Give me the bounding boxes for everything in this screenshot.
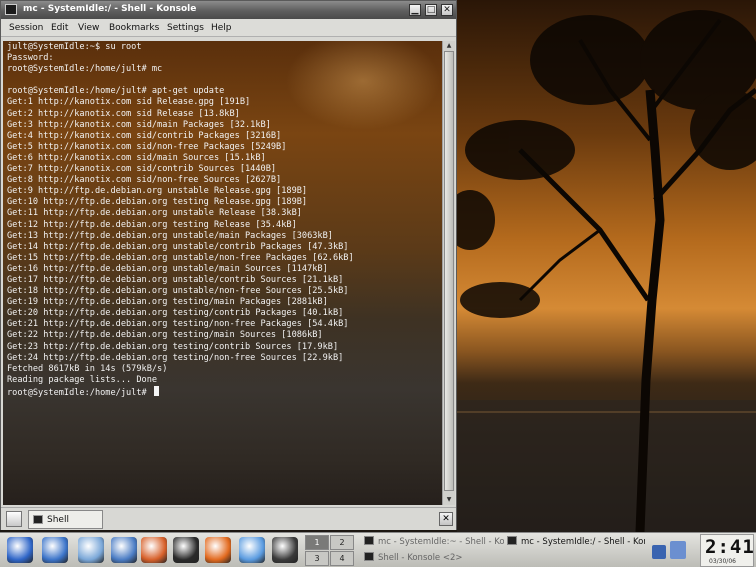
firefox-icon[interactable]	[205, 537, 231, 563]
kmail-icon[interactable]	[111, 537, 137, 563]
pager-desktop-3[interactable]: 3	[305, 551, 329, 566]
menu-session[interactable]: Session	[9, 23, 43, 33]
task-konsole-home[interactable]: mc - SystemIdle:~ - Shell - Konsole	[364, 536, 504, 551]
task-konsole-root[interactable]: mc - SystemIdle:/ - Shell - Konsole	[507, 536, 645, 551]
menubar: Session Edit View Bookmarks Settings Hel…	[1, 19, 456, 37]
konsole-task-icon	[364, 536, 374, 545]
tab-shell[interactable]: Shell	[28, 510, 103, 529]
window-titlebar[interactable]: mc - SystemIdle:/ - Shell - Konsole ▁ □ …	[1, 1, 456, 19]
konsole-icon[interactable]	[173, 537, 199, 563]
task-konsole-2[interactable]: Shell - Konsole <2>	[364, 552, 504, 567]
terminal-line: Get:18 http://ftp.de.debian.org unstable…	[7, 286, 349, 297]
terminal-line: Password:	[7, 53, 54, 64]
desktop-pager: 1 2 3 4	[305, 535, 355, 566]
terminal-line: Get:17 http://ftp.de.debian.org unstable…	[7, 274, 344, 285]
pager-desktop-2[interactable]: 2	[330, 535, 354, 550]
terminal-line: Get:7 http://kanotix.com sid/contrib Sou…	[7, 164, 277, 175]
kde-menu-icon[interactable]	[7, 537, 33, 563]
terminal-line: Get:9 http://ftp.de.debian.org unstable …	[7, 186, 308, 197]
terminal-prompt: root@SystemIdle:/home/jult#	[7, 387, 152, 398]
menu-settings[interactable]: Settings	[167, 23, 204, 33]
file-manager-icon[interactable]	[78, 537, 104, 563]
menu-bookmarks[interactable]: Bookmarks	[109, 23, 159, 33]
terminal-line: Get:8 http://kanotix.com sid/non-free So…	[7, 175, 282, 186]
kdict-icon[interactable]	[239, 537, 265, 563]
pager-desktop-4[interactable]: 4	[330, 551, 354, 566]
window-title: mc - SystemIdle:/ - Shell - Konsole	[23, 4, 197, 14]
terminal-cursor	[153, 385, 159, 396]
pager-desktop-1[interactable]: 1	[305, 535, 329, 550]
menu-edit[interactable]: Edit	[51, 23, 68, 33]
terminal-line: Get:3 http://kanotix.com sid/main Packag…	[7, 119, 271, 130]
tab-label: Shell	[47, 515, 69, 525]
clock[interactable]: 2:41 03/30/06	[700, 534, 754, 567]
terminal-line: Get:13 http://ftp.de.debian.org unstable…	[7, 230, 333, 241]
konsole-task-icon	[364, 552, 374, 561]
terminal-output[interactable]: jult@SystemIdle:~$ su root Password: roo…	[3, 41, 442, 505]
terminal-text: jult@SystemIdle:~$ su root Password: roo…	[7, 42, 354, 399]
terminal-line: Get:11 http://ftp.de.debian.org unstable…	[7, 208, 302, 219]
terminal-line: Get:12 http://ftp.de.debian.org testing …	[7, 219, 297, 230]
terminal-icon	[33, 515, 43, 524]
new-session-icon[interactable]	[6, 511, 22, 527]
terminal-line: Get:15 http://ftp.de.debian.org unstable…	[7, 252, 354, 263]
network-tray-icon	[652, 545, 666, 559]
konsole-task-icon	[507, 536, 517, 545]
terminal-line: Get:6 http://kanotix.com sid/main Source…	[7, 152, 266, 163]
scrollbar-thumb[interactable]	[444, 51, 454, 491]
task-label: mc - SystemIdle:/ - Shell - Konsole	[521, 537, 645, 547]
system-tray	[652, 541, 686, 559]
web-browser-icon[interactable]	[42, 537, 68, 563]
home-folder-icon[interactable]	[141, 537, 167, 563]
terminal-line: Get:2 http://kanotix.com sid Release [13…	[7, 108, 240, 119]
clock-date: 03/30/06	[709, 558, 736, 565]
konsole-app-icon[interactable]	[5, 4, 17, 15]
maximize-button[interactable]: □	[425, 4, 437, 16]
scroll-up-arrow-icon[interactable]: ▲	[444, 41, 454, 50]
klipper-tray-icon	[670, 541, 686, 559]
terminal-line: Get:5 http://kanotix.com sid/non-free Pa…	[7, 141, 287, 152]
close-button[interactable]: ✕	[441, 4, 453, 16]
terminal-line: Get:20 http://ftp.de.debian.org testing/…	[7, 308, 344, 319]
menu-view[interactable]: View	[78, 23, 99, 33]
terminal-scrollbar[interactable]: ▲ ▼	[442, 41, 455, 505]
task-label: mc - SystemIdle:~ - Shell - Konsole	[378, 537, 504, 547]
task-label: Shell - Konsole <2>	[378, 553, 463, 563]
menu-help[interactable]: Help	[211, 23, 232, 33]
terminal-line: root@SystemIdle:/home/jult# mc	[7, 64, 163, 75]
terminal-line: Fetched 8617kB in 14s (579kB/s)	[7, 363, 168, 374]
minimize-button[interactable]: ▁	[409, 4, 421, 16]
terminal-line: Get:19 http://ftp.de.debian.org testing/…	[7, 297, 328, 308]
clock-time: 2:41	[705, 536, 755, 558]
terminal-line: Get:24 http://ftp.de.debian.org testing/…	[7, 352, 344, 363]
terminal-line: Get:10 http://ftp.de.debian.org testing …	[7, 197, 308, 208]
session-tabbar: Shell ✕	[1, 507, 456, 530]
terminal-line: Get:4 http://kanotix.com sid/contrib Pac…	[7, 130, 282, 141]
konsole-window[interactable]: mc - SystemIdle:/ - Shell - Konsole ▁ □ …	[0, 0, 457, 530]
terminal-line: Reading package lists... Done	[7, 374, 158, 385]
kde-taskbar: 1 2 3 4 mc - SystemIdle:~ - Shell - Kons…	[0, 532, 756, 567]
terminal-line: Get:23 http://ftp.de.debian.org testing/…	[7, 341, 339, 352]
terminal-line: Get:1 http://kanotix.com sid Release.gpg…	[7, 97, 251, 108]
terminal-line: Get:16 http://ftp.de.debian.org unstable…	[7, 263, 328, 274]
scroll-down-arrow-icon[interactable]: ▼	[444, 495, 454, 504]
close-session-button[interactable]: ✕	[439, 512, 453, 526]
kwrite-icon[interactable]	[272, 537, 298, 563]
terminal-line: jult@SystemIdle:~$ su root	[7, 42, 142, 52]
terminal-line: Get:22 http://ftp.de.debian.org testing/…	[7, 330, 323, 341]
terminal-line: Get:14 http://ftp.de.debian.org unstable…	[7, 241, 349, 252]
terminal-line: Get:21 http://ftp.de.debian.org testing/…	[7, 319, 349, 330]
terminal-line: root@SystemIdle:/home/jult# apt-get upda…	[7, 86, 225, 97]
